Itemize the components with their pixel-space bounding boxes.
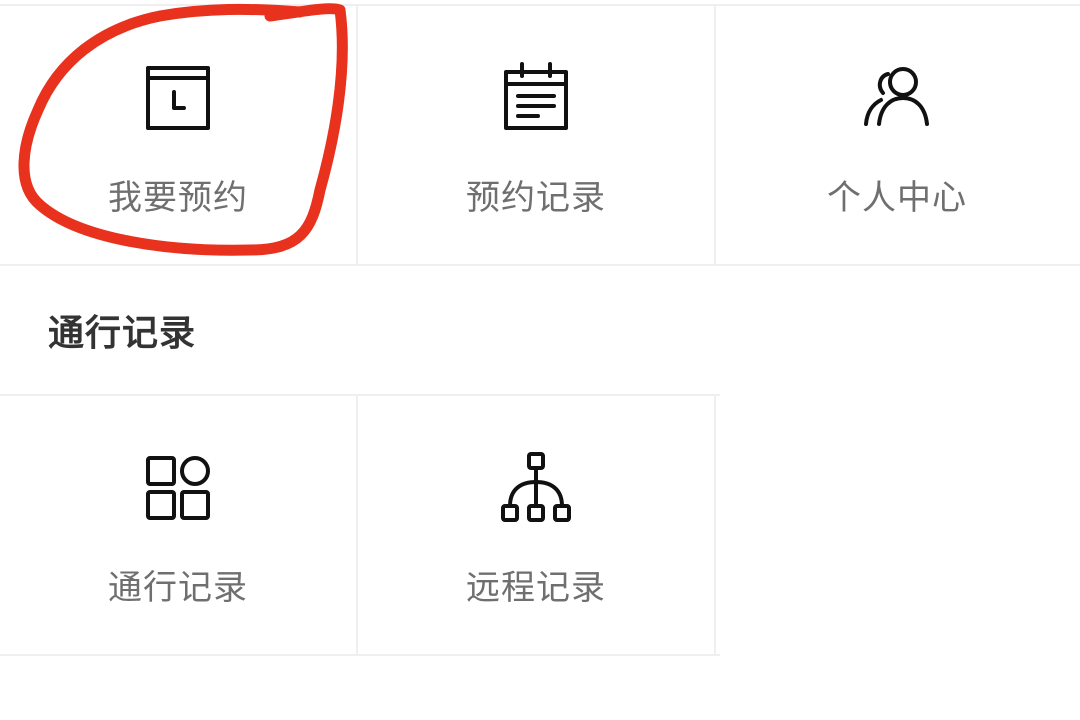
notepad-icon [504, 62, 568, 130]
network-icon [501, 452, 571, 522]
tile-label: 预约记录 [466, 178, 606, 218]
section-title: 通行记录 [48, 313, 197, 354]
tile-appointment-records[interactable]: 预约记录 [358, 6, 716, 264]
tile-make-appointment[interactable]: 我要预约 [0, 6, 358, 264]
grid-icon [146, 456, 210, 520]
tile-access-records[interactable]: 通行记录 [0, 396, 358, 654]
tile-remote-records[interactable]: 远程记录 [358, 396, 716, 654]
users-icon [864, 67, 929, 126]
tile-label: 个人中心 [827, 178, 967, 218]
bottom-menu-grid: 通行记录 远程记录 [0, 394, 720, 656]
tile-personal-center[interactable]: 个人中心 [716, 6, 1078, 264]
tile-label: 远程记录 [466, 568, 606, 608]
top-menu-grid: 我要预约 预约记录 个人中心 [0, 4, 1080, 266]
clock-icon [146, 66, 210, 130]
tile-label: 我要预约 [108, 178, 248, 218]
tile-label: 通行记录 [108, 568, 248, 608]
